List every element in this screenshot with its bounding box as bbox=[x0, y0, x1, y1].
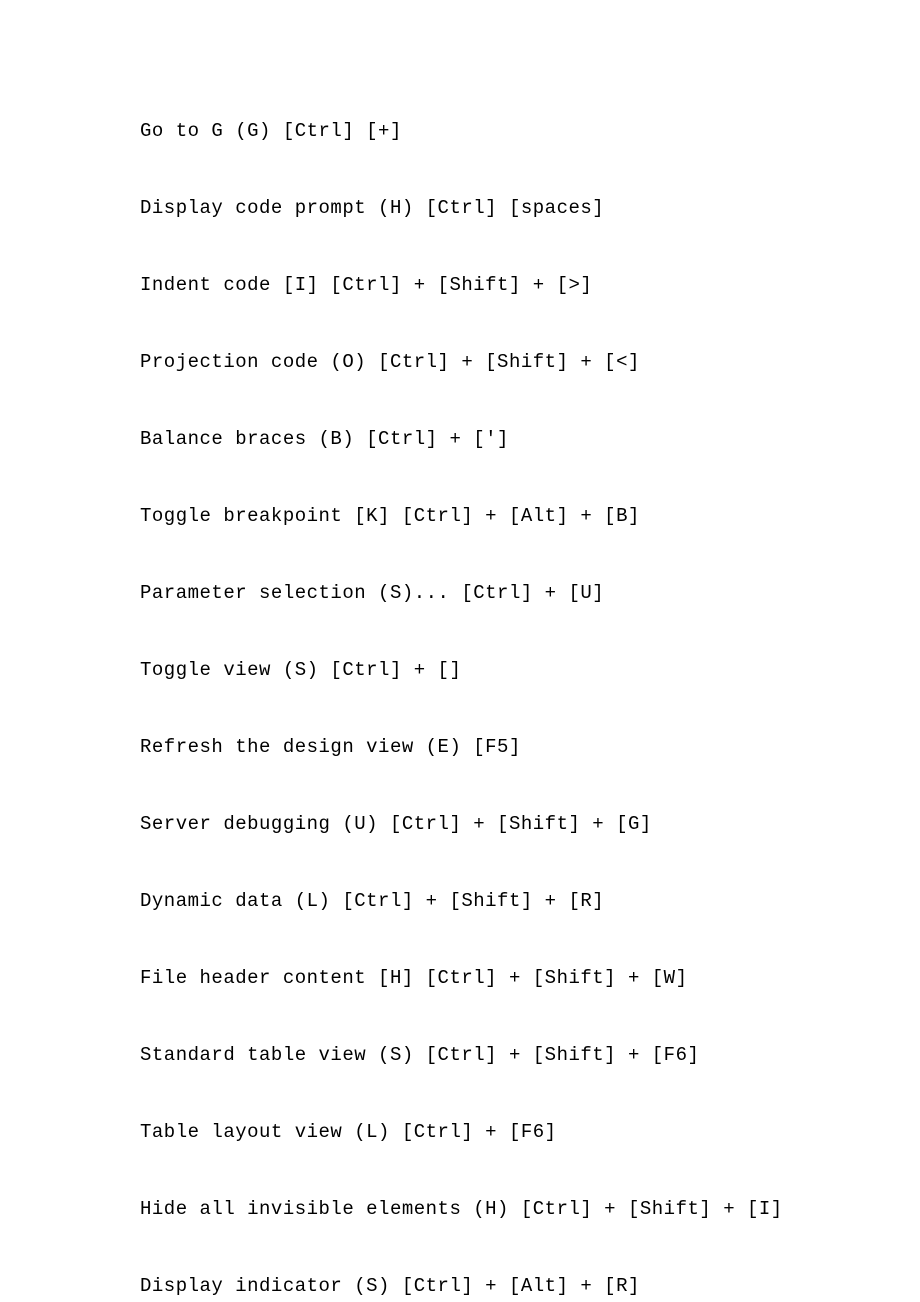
shortcut-line: Balance braces (B) [Ctrl] + ['] bbox=[140, 428, 840, 450]
shortcut-list: Go to G (G) [Ctrl] [+] Display code prom… bbox=[140, 120, 840, 1297]
shortcut-line: Standard table view (S) [Ctrl] + [Shift]… bbox=[140, 1044, 840, 1066]
shortcut-line: Display code prompt (H) [Ctrl] [spaces] bbox=[140, 197, 840, 219]
shortcut-line: Toggle view (S) [Ctrl] + [] bbox=[140, 659, 840, 681]
shortcut-line: Indent code [I] [Ctrl] + [Shift] + [>] bbox=[140, 274, 840, 296]
shortcut-line: Table layout view (L) [Ctrl] + [F6] bbox=[140, 1121, 840, 1143]
shortcut-line: Hide all invisible elements (H) [Ctrl] +… bbox=[140, 1198, 840, 1220]
shortcut-line: Display indicator (S) [Ctrl] + [Alt] + [… bbox=[140, 1275, 840, 1297]
shortcut-line: Server debugging (U) [Ctrl] + [Shift] + … bbox=[140, 813, 840, 835]
shortcut-line: Toggle breakpoint [K] [Ctrl] + [Alt] + [… bbox=[140, 505, 840, 527]
shortcut-line: Refresh the design view (E) [F5] bbox=[140, 736, 840, 758]
shortcut-line: Projection code (O) [Ctrl] + [Shift] + [… bbox=[140, 351, 840, 373]
shortcut-line: File header content [H] [Ctrl] + [Shift]… bbox=[140, 967, 840, 989]
shortcut-line: Parameter selection (S)... [Ctrl] + [U] bbox=[140, 582, 840, 604]
shortcut-line: Dynamic data (L) [Ctrl] + [Shift] + [R] bbox=[140, 890, 840, 912]
shortcut-line: Go to G (G) [Ctrl] [+] bbox=[140, 120, 840, 142]
